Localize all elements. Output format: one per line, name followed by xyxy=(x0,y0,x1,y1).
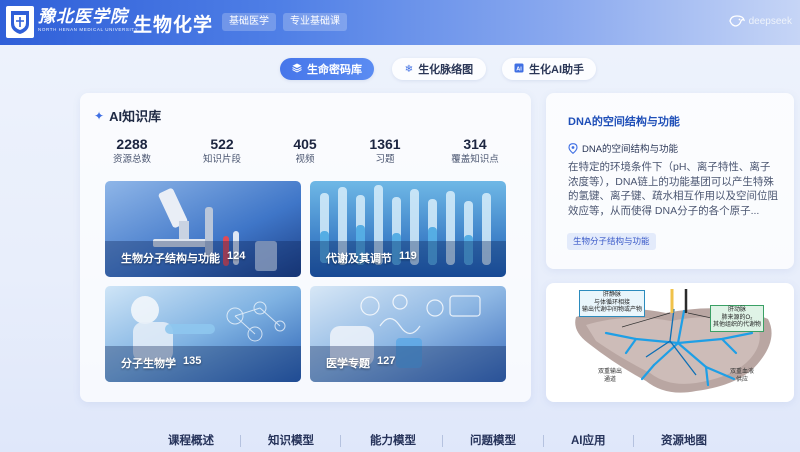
card-label: 代谢及其调节 119 xyxy=(326,250,417,266)
card-label: 分子生物学 135 xyxy=(121,355,201,371)
tab-ai-assistant[interactable]: AI 生化AI助手 xyxy=(502,58,596,80)
whale-icon xyxy=(728,15,745,27)
callout-hepatic-vein: 肝静脉 与体循环相接 输出代谢中间物或产物 xyxy=(579,290,646,317)
detail-tag[interactable]: 生物分子结构与功能 xyxy=(567,233,656,250)
callout-line: 与体循环相接 xyxy=(594,299,631,306)
label-line: 供应 xyxy=(736,376,749,383)
stat-value: 314 xyxy=(463,136,487,152)
callout-hepatic-artery: 肝动脉 肺来源的O₂ 其他组织的代谢物 xyxy=(710,305,765,332)
category-card-metabolism[interactable]: 代谢及其调节 119 xyxy=(310,181,506,277)
card-name: 代谢及其调节 xyxy=(326,253,392,265)
ai-icon: AI xyxy=(514,63,524,76)
stat-label: 习题 xyxy=(375,154,395,165)
nav-divider xyxy=(543,435,544,447)
card-name: 医学专题 xyxy=(326,358,370,370)
main-tabs: 生命密码库 ❄ 生化脉络图 AI 生化AI助手 xyxy=(0,58,800,80)
tab-biochem-map[interactable]: ❄ 生化脉络图 xyxy=(392,58,486,80)
label-line: 双重输出 xyxy=(598,369,623,375)
school-name-en: NORTH HENAN MEDICAL UNIVERSITY xyxy=(38,27,139,32)
school-crest-icon xyxy=(11,11,29,34)
stat-knowledge-points[interactable]: 314 覆盖知识点 xyxy=(435,135,515,166)
knowledge-title-text: AI知识库 xyxy=(109,109,162,124)
card-count: 135 xyxy=(183,355,202,367)
header-tag-professional-course[interactable]: 专业基础课 xyxy=(283,13,347,31)
card-label: 生物分子结构与功能 124 xyxy=(121,250,245,266)
nav-resource-map[interactable]: 资源地图 xyxy=(661,432,707,448)
callout-line: 肺来源的O₂ xyxy=(721,314,753,321)
knowledge-detail-panel: DNA的空间结构与功能 DNA的空间结构与功能 在特定的环境条件下（pH、离子特… xyxy=(546,93,794,269)
snowflake-icon: ❄ xyxy=(404,63,414,75)
label-line: 双重血液 xyxy=(730,369,755,375)
cube-icon xyxy=(292,63,302,76)
stat-value: 405 xyxy=(293,136,317,152)
nav-divider xyxy=(633,435,634,447)
callout-line: 输出代谢中间物或产物 xyxy=(582,307,643,313)
stat-value: 1361 xyxy=(369,136,401,152)
nav-ai-application[interactable]: AI应用 xyxy=(571,432,606,448)
school-wordmark: 豫北医学院 NORTH HENAN MEDICAL UNIVERSITY xyxy=(38,7,138,33)
stat-knowledge-fragments[interactable]: 522 知识片段 xyxy=(182,135,262,166)
card-count: 124 xyxy=(227,250,246,262)
callout-line: 肝静脉 xyxy=(603,292,622,298)
stat-value: 2288 xyxy=(116,136,148,152)
card-label: 医学专题 127 xyxy=(326,355,395,371)
school-logo xyxy=(6,6,34,38)
card-count: 127 xyxy=(377,355,396,367)
detail-subtitle[interactable]: DNA的空间结构与功能 xyxy=(568,141,678,155)
stat-label: 视频 xyxy=(295,154,315,165)
app-header: 豫北医学院 NORTH HENAN MEDICAL UNIVERSITY 生物化… xyxy=(0,0,800,45)
callout-line: 肝动脉 xyxy=(728,307,747,313)
header-tag-basic-medicine[interactable]: 基础医学 xyxy=(222,13,276,31)
callout-line: 其他组织的代谢物 xyxy=(713,322,762,328)
nav-divider xyxy=(240,435,241,447)
label-dual-supply: 双重血液 供应 xyxy=(730,369,754,384)
detail-subtitle-text: DNA的空间结构与功能 xyxy=(582,144,679,155)
app-title: 生物化学 xyxy=(133,15,214,36)
school-name: 豫北医学院 xyxy=(38,7,128,27)
nav-problem-model[interactable]: 问题模型 xyxy=(470,432,516,448)
sparkle-icon: ✦ xyxy=(94,108,105,123)
label-dual-output: 双重输出 通道 xyxy=(598,369,622,384)
nav-knowledge-model[interactable]: 知识模型 xyxy=(268,432,314,448)
nav-course-overview[interactable]: 课程概述 xyxy=(168,432,214,448)
label-line: 通道 xyxy=(604,376,617,383)
stat-total-resources[interactable]: 2288 资源总数 xyxy=(92,135,172,166)
card-name: 生物分子结构与功能 xyxy=(121,253,220,265)
stat-label: 覆盖知识点 xyxy=(451,154,499,165)
stat-videos[interactable]: 405 视频 xyxy=(265,135,345,166)
stat-label: 资源总数 xyxy=(112,154,151,165)
tab-life-code-library[interactable]: 生命密码库 xyxy=(280,58,374,80)
knowledge-panel: ✦ AI知识库 2288 资源总数 522 知识片段 405 视频 1361 习… xyxy=(80,93,531,402)
bottom-nav: 课程概述 知识模型 能力模型 问题模型 AI应用 资源地图 xyxy=(0,432,800,452)
brand-logo: deepseek xyxy=(728,14,792,28)
tab-label: 生化AI助手 xyxy=(529,64,584,76)
detail-title[interactable]: DNA的空间结构与功能 xyxy=(568,113,680,129)
card-name: 分子生物学 xyxy=(121,358,176,370)
card-count: 119 xyxy=(399,250,417,262)
nav-divider xyxy=(442,435,443,447)
liver-illustration-panel[interactable]: 肝静脉 与体循环相接 输出代谢中间物或产物 肝动脉 肺来源的O₂ 其他组织的代谢… xyxy=(546,283,794,402)
stat-exercises[interactable]: 1361 习题 xyxy=(345,135,425,166)
knowledge-title: ✦ AI知识库 xyxy=(94,106,161,125)
category-card-molecular-biology[interactable]: 分子生物学 135 xyxy=(105,286,301,382)
category-card-medical-topics[interactable]: 医学专题 127 xyxy=(310,286,506,382)
nav-ability-model[interactable]: 能力模型 xyxy=(370,432,416,448)
stat-value: 522 xyxy=(210,136,234,152)
tab-label: 生命密码库 xyxy=(307,64,362,76)
nav-divider xyxy=(340,435,341,447)
stat-label: 知识片段 xyxy=(202,154,241,165)
svg-text:AI: AI xyxy=(516,66,522,72)
detail-body: 在特定的环境条件下（pH、离子特性、离子浓度等），DNA链上的功能基团可以产生特… xyxy=(568,161,778,217)
stats-row: 2288 资源总数 522 知识片段 405 视频 1361 习题 314 覆盖… xyxy=(80,135,531,169)
category-card-biomolecules[interactable]: 生物分子结构与功能 124 xyxy=(105,181,301,277)
brand-name: deepseek xyxy=(748,15,792,27)
tab-label: 生化脉络图 xyxy=(418,64,474,76)
location-pin-icon xyxy=(568,142,578,154)
